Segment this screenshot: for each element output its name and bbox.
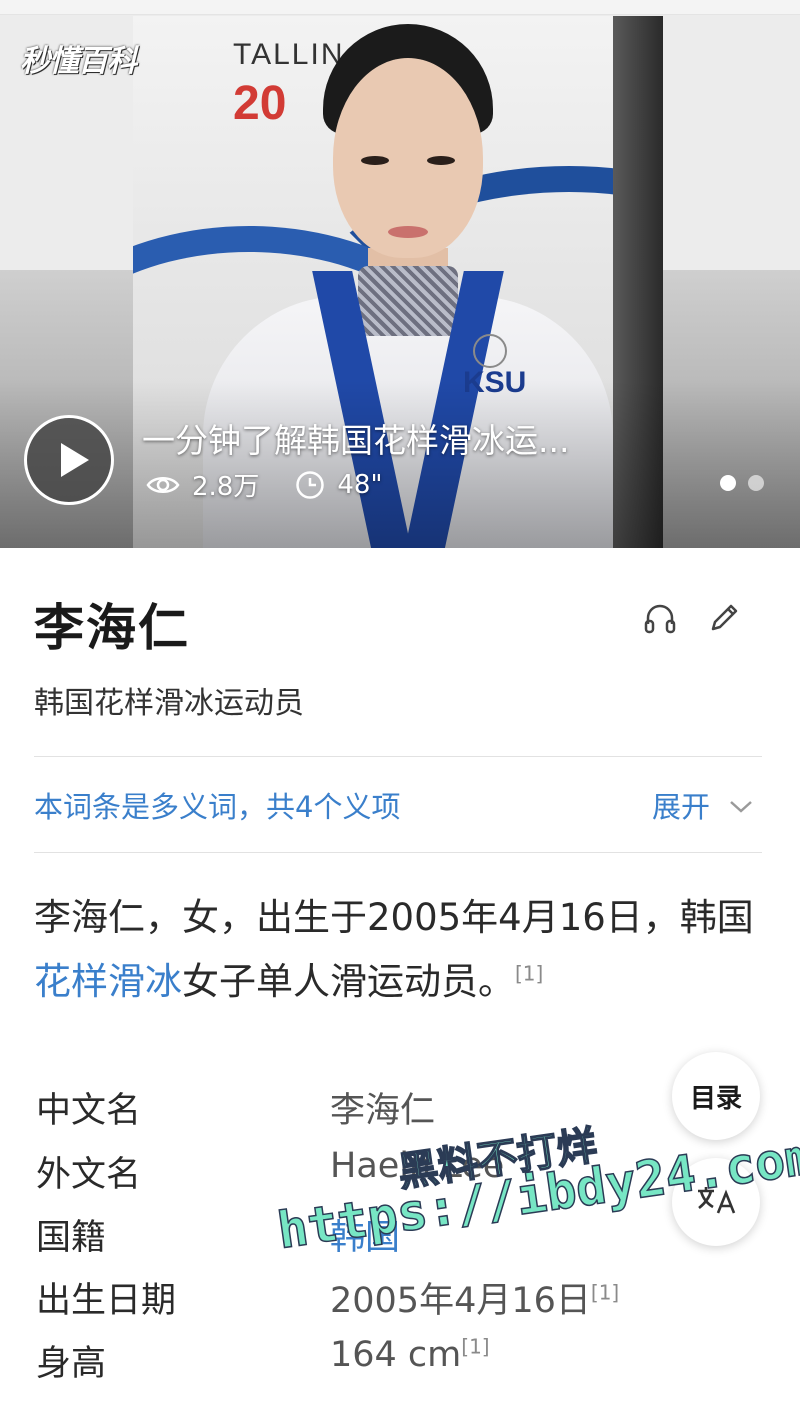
chevron-down-icon bbox=[728, 788, 754, 822]
entry-title: 李海仁 bbox=[34, 599, 190, 657]
video-duration: 48" bbox=[337, 469, 383, 500]
divider bbox=[34, 852, 762, 853]
top-strip bbox=[0, 0, 800, 15]
view-count: 2.8万 bbox=[192, 472, 260, 502]
entry-subtitle: 韩国花样滑冰运动员 bbox=[34, 686, 304, 721]
table-of-contents-button[interactable]: 目录 bbox=[672, 1052, 760, 1140]
summary-text: 女子单人滑运动员。 bbox=[182, 960, 515, 1003]
infobox-key: 出生日期 bbox=[36, 1281, 177, 1321]
title-actions bbox=[640, 598, 768, 638]
expand-label: 展开 bbox=[652, 790, 711, 824]
infobox-value: Haein Lee bbox=[330, 1146, 505, 1186]
infobox-row: 身高 164 cm[1] bbox=[36, 1335, 736, 1395]
infobox-value: 2005年4月16日[1] bbox=[330, 1272, 619, 1323]
headphones-icon[interactable] bbox=[640, 598, 680, 638]
entry-summary: 李海仁，女，出生于2005年4月16日，韩国花样滑冰女子单人滑运动员。[1] bbox=[34, 886, 764, 1014]
infobox-key: 身高 bbox=[36, 1344, 107, 1384]
athlete-eye bbox=[427, 156, 455, 165]
photo-backdrop-text: TALLIN bbox=[233, 38, 345, 71]
infobox-row: 外文名 Haein Lee bbox=[36, 1146, 736, 1206]
birth-date: 2005年4月16日 bbox=[330, 1281, 591, 1321]
eye-icon bbox=[146, 473, 180, 497]
expand-button[interactable]: 展开 bbox=[652, 784, 754, 826]
citation-link[interactable]: [1] bbox=[591, 1280, 619, 1304]
infobox-value: 164 cm[1] bbox=[330, 1335, 490, 1375]
pencil-icon[interactable] bbox=[704, 598, 744, 638]
nationality-link[interactable]: 韩国 bbox=[330, 1209, 400, 1260]
athlete-lips bbox=[388, 226, 428, 238]
play-icon bbox=[61, 443, 89, 477]
infobox-row: 中文名 李海仁 bbox=[36, 1082, 736, 1142]
infobox-key: 国籍 bbox=[36, 1218, 107, 1258]
clock-icon bbox=[295, 470, 325, 500]
miaodong-logo: 秒懂百科 bbox=[20, 44, 137, 79]
video-title[interactable]: 一分钟了解韩国花样滑冰运... bbox=[142, 414, 569, 462]
divider bbox=[34, 756, 762, 757]
citation-link[interactable]: [1] bbox=[515, 962, 543, 986]
video-banner[interactable]: TALLIN 20 KSU 秒懂百科 一分钟了解韩国花样滑冰运... 2.8万 … bbox=[0, 0, 800, 548]
infobox-key: 外文名 bbox=[36, 1155, 142, 1195]
translate-button[interactable] bbox=[672, 1158, 760, 1246]
carousel-dot-active[interactable] bbox=[720, 475, 736, 491]
athlete-eye bbox=[361, 156, 389, 165]
play-button[interactable] bbox=[24, 415, 114, 505]
video-meta: 2.8万 48" bbox=[146, 466, 418, 503]
infobox-value: 李海仁 bbox=[330, 1091, 436, 1131]
caption-gradient bbox=[0, 380, 800, 548]
photo-backdrop-year: 20 bbox=[233, 77, 287, 130]
infobox-row: 国籍 韩国 bbox=[36, 1209, 736, 1269]
summary-text: 李海仁，女，出生于2005年4月16日，韩国 bbox=[34, 896, 754, 939]
carousel-dots bbox=[708, 475, 764, 491]
polysemy-notice[interactable]: 本词条是多义词，共4个义项 bbox=[34, 784, 400, 826]
infobox-key: 中文名 bbox=[36, 1091, 142, 1131]
carousel-dot[interactable] bbox=[748, 475, 764, 491]
figure-skating-link[interactable]: 花样滑冰 bbox=[34, 960, 182, 1003]
ksu-emblem bbox=[473, 334, 507, 368]
translate-icon bbox=[694, 1183, 738, 1221]
athlete-collar bbox=[358, 266, 458, 336]
infobox-row: 出生日期 2005年4月16日[1] bbox=[36, 1272, 736, 1332]
height-value: 164 cm bbox=[330, 1335, 462, 1375]
citation-link[interactable]: [1] bbox=[461, 1334, 489, 1358]
